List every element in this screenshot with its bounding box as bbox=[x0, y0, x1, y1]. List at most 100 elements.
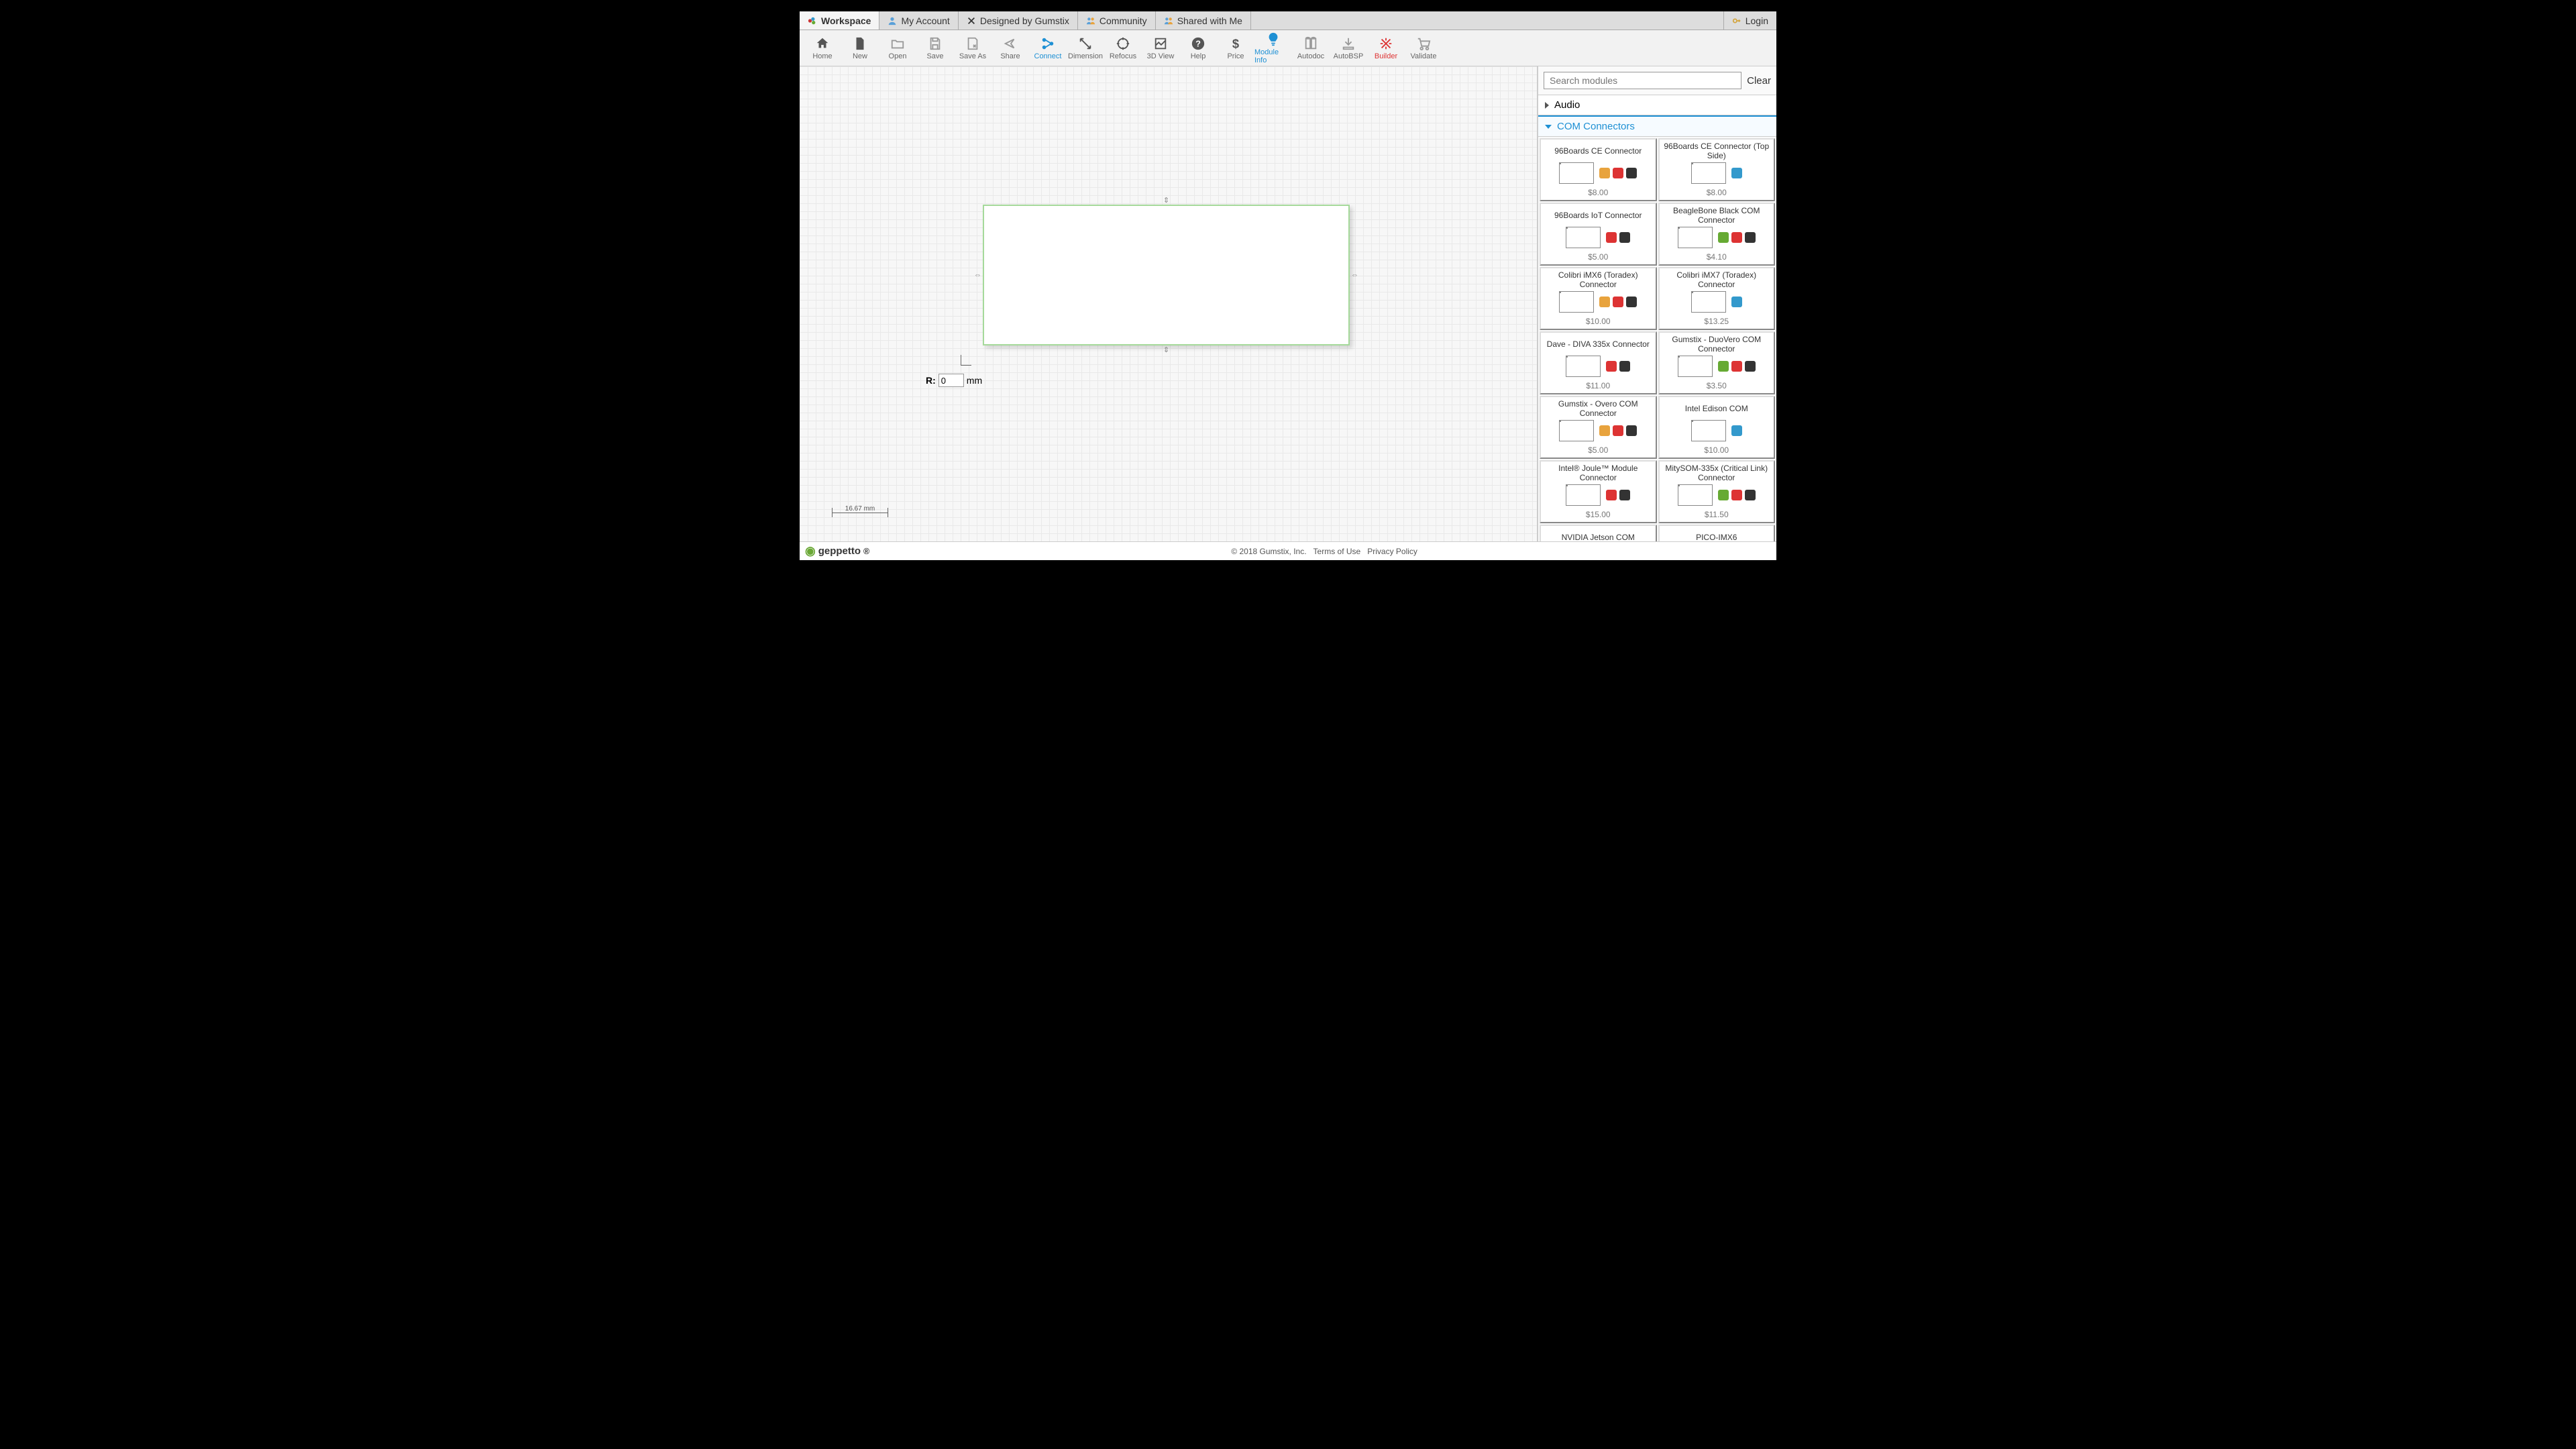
module-logos bbox=[1606, 361, 1630, 372]
refocus-button[interactable]: Refocus bbox=[1104, 31, 1142, 66]
new-button[interactable]: New bbox=[841, 31, 879, 66]
resize-handle-e[interactable]: ⇔ bbox=[1351, 271, 1358, 279]
module-card[interactable]: MitySOM-335x (Critical Link) Connector $1… bbox=[1658, 460, 1776, 523]
open-button[interactable]: Open bbox=[879, 31, 916, 66]
vendor-logo-icon bbox=[1619, 232, 1630, 243]
module-card[interactable]: 96Boards CE Connector$8.00 bbox=[1540, 138, 1657, 201]
module-card[interactable]: BeagleBone Black COM Connector $4.10 bbox=[1658, 203, 1776, 266]
canvas[interactable]: ⇕ ⇕ ⇔ ⇔ R: mm 16.67 mm bbox=[800, 66, 1537, 541]
module-card[interactable]: 96Boards IoT Connector $5.00 bbox=[1540, 203, 1657, 266]
module-thumb-icon bbox=[1559, 420, 1594, 441]
vendor-logo-icon bbox=[1745, 232, 1756, 243]
toolbar: Home New Open Save Save As Share Connect… bbox=[800, 30, 1776, 66]
module-title: Gumstix - DuoVero COM Connector bbox=[1662, 335, 1772, 354]
module-card[interactable]: NVIDIA Jetson COM bbox=[1540, 525, 1657, 541]
brand-logo: ◉ geppetto® bbox=[805, 544, 869, 558]
module-card[interactable]: Colibri iMX7 (Toradex) Connector $13.25 bbox=[1658, 267, 1776, 330]
module-card[interactable]: PICO-IMX6 bbox=[1658, 525, 1776, 541]
svg-text:?: ? bbox=[1195, 38, 1201, 48]
chevron-down-icon bbox=[1545, 125, 1552, 129]
resize-handle-n[interactable]: ⇕ bbox=[1163, 196, 1169, 205]
resize-handle-s[interactable]: ⇕ bbox=[1163, 345, 1169, 354]
tab-shared-with-me[interactable]: Shared with Me bbox=[1156, 11, 1251, 30]
corner-radius-input[interactable] bbox=[938, 374, 964, 387]
tab-workspace[interactable]: Workspace bbox=[800, 11, 879, 30]
module-logos bbox=[1599, 425, 1637, 436]
privacy-link[interactable]: Privacy Policy bbox=[1367, 547, 1417, 556]
module-title: NVIDIA Jetson COM bbox=[1562, 529, 1635, 541]
dimension-button[interactable]: Dimension bbox=[1067, 31, 1104, 66]
home-button[interactable]: Home bbox=[804, 31, 841, 66]
tab-label: Designed by Gumstix bbox=[980, 15, 1069, 26]
save-as-button[interactable]: Save As bbox=[954, 31, 991, 66]
module-thumb-icon bbox=[1691, 420, 1726, 441]
3d-view-button[interactable]: 3D View bbox=[1142, 31, 1179, 66]
tab-login[interactable]: Login bbox=[1723, 11, 1776, 30]
corner-radius-control: R: mm bbox=[926, 374, 982, 387]
tab-designed-by-gumstix[interactable]: Designed by Gumstix bbox=[959, 11, 1078, 30]
search-input[interactable] bbox=[1544, 72, 1741, 89]
chevron-right-icon bbox=[1545, 102, 1549, 109]
connect-button[interactable]: Connect bbox=[1029, 31, 1067, 66]
module-logos bbox=[1718, 490, 1756, 500]
module-card[interactable]: Dave - DIVA 335x Connector$11.00 bbox=[1540, 331, 1657, 394]
share-button[interactable]: Share bbox=[991, 31, 1029, 66]
module-price: $4.10 bbox=[1707, 252, 1727, 262]
module-title: Intel® Joule™ Module Connector bbox=[1544, 464, 1653, 483]
module-card[interactable]: Gumstix - Overo COM Connector$5.00 bbox=[1540, 396, 1657, 459]
vendor-logo-icon bbox=[1745, 361, 1756, 372]
module-logos bbox=[1731, 297, 1742, 307]
module-card[interactable]: Intel Edison COM$10.00 bbox=[1658, 396, 1776, 459]
builder-button[interactable]: Builder bbox=[1367, 31, 1405, 66]
module-card[interactable]: 96Boards CE Connector (Top Side)$8.00 bbox=[1658, 138, 1776, 201]
resize-handle-w[interactable]: ⇔ bbox=[974, 271, 981, 279]
board-outline[interactable]: ⇕ ⇕ ⇔ ⇔ bbox=[983, 205, 1350, 345]
module-logos bbox=[1718, 232, 1756, 243]
module-card[interactable]: Colibri iMX6 (Toradex) Connector$10.00 bbox=[1540, 267, 1657, 330]
module-card[interactable]: Intel® Joule™ Module Connector $15.00 bbox=[1540, 460, 1657, 523]
autobsp-button[interactable]: AutoBSP bbox=[1330, 31, 1367, 66]
module-price: $13.25 bbox=[1704, 317, 1729, 326]
vendor-logo-icon bbox=[1613, 297, 1623, 307]
module-title: Dave - DIVA 335x Connector bbox=[1547, 335, 1650, 354]
terms-link[interactable]: Terms of Use bbox=[1313, 547, 1361, 556]
module-price: $11.50 bbox=[1705, 510, 1729, 519]
module-info-button[interactable]: Module Info bbox=[1254, 31, 1292, 66]
autodoc-button[interactable]: Autodoc bbox=[1292, 31, 1330, 66]
top-tabs: Workspace My Account Designed by Gumstix… bbox=[800, 11, 1776, 30]
vendor-logo-icon bbox=[1599, 425, 1610, 436]
module-card[interactable]: Gumstix - DuoVero COM Connector $3.50 bbox=[1658, 331, 1776, 394]
tab-label: My Account bbox=[901, 15, 949, 26]
vendor-logo-icon bbox=[1731, 425, 1742, 436]
vendor-logo-icon bbox=[1619, 490, 1630, 500]
module-title: MitySOM-335x (Critical Link) Connector bbox=[1662, 464, 1772, 483]
tab-my-account[interactable]: My Account bbox=[879, 11, 958, 30]
module-price: $5.00 bbox=[1588, 252, 1608, 262]
module-title: Colibri iMX6 (Toradex) Connector bbox=[1544, 271, 1653, 290]
tab-community[interactable]: Community bbox=[1078, 11, 1156, 30]
module-price: $15.00 bbox=[1586, 510, 1611, 519]
vendor-logo-icon bbox=[1718, 490, 1729, 500]
validate-button[interactable]: Validate bbox=[1405, 31, 1442, 66]
module-logos bbox=[1606, 232, 1630, 243]
module-title: Colibri iMX7 (Toradex) Connector bbox=[1662, 271, 1772, 290]
category-audio[interactable]: Audio bbox=[1538, 95, 1776, 115]
price-button[interactable]: $Price bbox=[1217, 31, 1254, 66]
module-thumb-icon bbox=[1678, 227, 1713, 248]
vendor-logo-icon bbox=[1731, 361, 1742, 372]
vendor-logo-icon bbox=[1731, 490, 1742, 500]
help-button[interactable]: ?Help bbox=[1179, 31, 1217, 66]
tab-label: Community bbox=[1099, 15, 1147, 26]
module-logos bbox=[1606, 490, 1630, 500]
save-button[interactable]: Save bbox=[916, 31, 954, 66]
module-title: BeagleBone Black COM Connector bbox=[1662, 207, 1772, 225]
people-icon bbox=[1086, 16, 1095, 25]
category-com-connectors[interactable]: COM Connectors bbox=[1538, 115, 1776, 137]
vendor-logo-icon bbox=[1599, 297, 1610, 307]
vendor-logo-icon bbox=[1619, 361, 1630, 372]
module-thumb-icon bbox=[1559, 162, 1594, 184]
vendor-logo-icon bbox=[1626, 425, 1637, 436]
module-title: 96Boards IoT Connector bbox=[1554, 207, 1642, 225]
clear-search-button[interactable]: Clear bbox=[1747, 75, 1771, 87]
module-price: $3.50 bbox=[1707, 381, 1727, 390]
